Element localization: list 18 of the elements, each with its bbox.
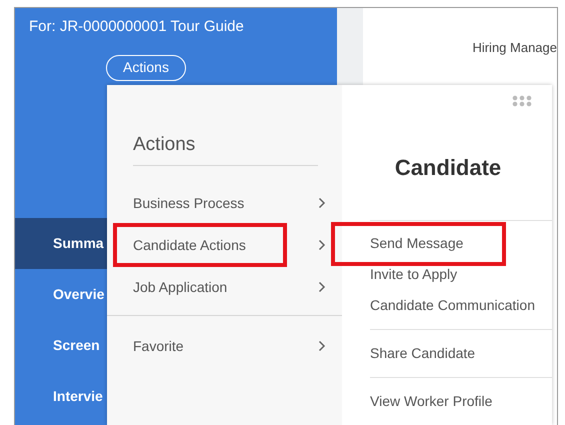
actions-button[interactable]: Actions (106, 54, 186, 80)
submenu-item[interactable]: Candidate Communication (331, 284, 539, 328)
submenu-title: Candidate (394, 154, 502, 182)
menu-title: Actions (133, 133, 196, 157)
sidebar-tab[interactable]: Intervie (15, 370, 107, 422)
page-title: For: JR-0000000001 Tour Guide (29, 17, 245, 37)
column-label: Hiring Manage (472, 39, 557, 57)
sidebar-tab[interactable]: Screen (15, 320, 107, 370)
sidebar-tab[interactable]: Overvie (15, 268, 107, 320)
sidebar-tab[interactable]: Summa (15, 218, 107, 268)
grip-icon[interactable] (512, 95, 532, 107)
menu-item[interactable]: Candidate Actions (113, 223, 287, 267)
menu-item[interactable]: Business Process (113, 181, 287, 225)
submenu-item[interactable]: Share Candidate (331, 332, 480, 376)
menu-item[interactable]: Job Application (113, 265, 287, 309)
submenu-item[interactable]: Send Message (331, 222, 506, 266)
submenu-item[interactable]: View Worker Profile (331, 380, 496, 424)
menu-item[interactable]: Favorite (113, 324, 287, 368)
